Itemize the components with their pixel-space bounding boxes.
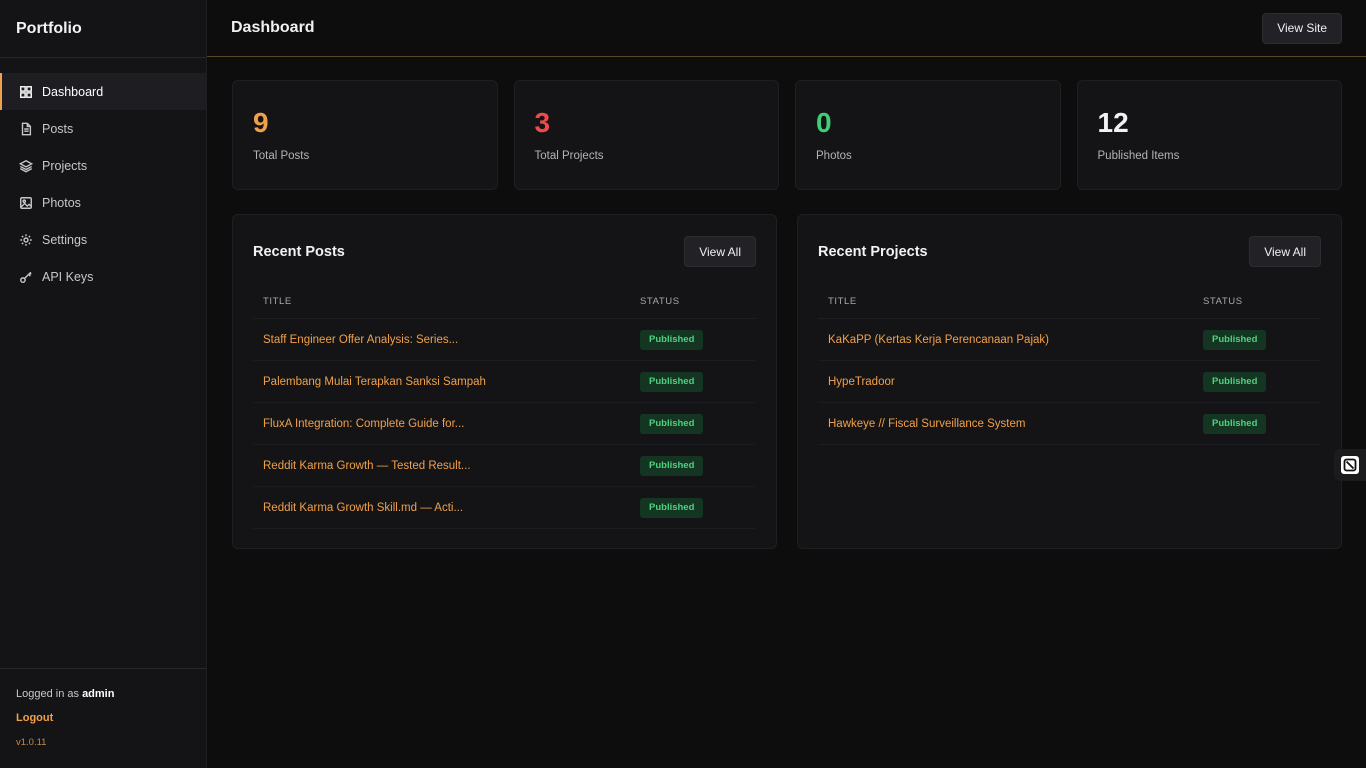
stat-card-total-posts: 9 Total Posts [232, 80, 498, 190]
sidebar-item-photos[interactable]: Photos [0, 184, 206, 221]
post-title-link[interactable]: Reddit Karma Growth — Tested Result... [263, 460, 640, 472]
sidebar-footer: Logged in as admin Logout v1.0.11 [0, 668, 206, 768]
status-badge: Published [640, 413, 704, 434]
status-badge: Published [640, 455, 704, 476]
sidebar-item-api-keys[interactable]: API Keys [0, 258, 206, 295]
column-header-status: STATUS [1203, 295, 1243, 307]
stat-card-total-projects: 3 Total Projects [513, 80, 779, 190]
stat-value: 3 [534, 107, 551, 138]
logged-in-status: Logged in as admin [16, 688, 190, 700]
sidebar-item-projects[interactable]: Projects [0, 147, 206, 184]
sidebar-item-label: Photos [42, 195, 81, 210]
top-header: Dashboard View Site [207, 0, 1366, 57]
column-header-status: STATUS [640, 295, 680, 307]
stat-label: Published Items [1097, 150, 1180, 162]
column-header-title: TITLE [263, 295, 292, 307]
table-row: Reddit Karma Growth Skill.md — Acti... P… [253, 487, 756, 529]
view-site-button[interactable]: View Site [1262, 12, 1342, 44]
view-all-projects-button[interactable]: View All [1249, 236, 1321, 267]
table-row: FluxA Integration: Complete Guide for...… [253, 403, 756, 445]
sidebar-item-label: Projects [42, 158, 88, 173]
sidebar: Portfolio Dashboard Posts Projects Photo… [0, 0, 207, 768]
grid-icon [18, 84, 34, 100]
sidebar-item-settings[interactable]: Settings [0, 221, 206, 258]
sidebar-item-dashboard[interactable]: Dashboard [0, 73, 206, 110]
stat-label: Total Projects [534, 150, 604, 162]
blocked-icon [1341, 456, 1359, 474]
project-title-link[interactable]: KaKaPP (Kertas Kerja Perencanaan Pajak) [828, 334, 1203, 346]
sidebar-item-posts[interactable]: Posts [0, 110, 206, 147]
panel-title: Recent Posts [253, 243, 345, 260]
table-row: Palembang Mulai Terapkan Sanksi Sampah P… [253, 361, 756, 403]
stat-card-published-items: 12 Published Items [1076, 80, 1342, 190]
sidebar-item-label: Dashboard [42, 84, 104, 99]
recent-panels: Recent Posts View All TITLE STATUS Staff… [232, 214, 1342, 549]
status-badge: Published [1203, 413, 1267, 434]
recent-projects-table: TITLE STATUS KaKaPP (Kertas Kerja Perenc… [818, 284, 1321, 445]
stat-value: 0 [816, 107, 832, 138]
recent-posts-panel: Recent Posts View All TITLE STATUS Staff… [232, 214, 777, 549]
post-title-link[interactable]: FluxA Integration: Complete Guide for... [263, 418, 640, 430]
status-badge: Published [640, 497, 704, 518]
layers-icon [18, 158, 34, 174]
table-row: Staff Engineer Offer Analysis: Series...… [253, 319, 756, 361]
sidebar-item-label: Settings [42, 232, 88, 247]
logged-in-prefix: Logged in as [16, 688, 79, 700]
page-title: Dashboard [231, 19, 315, 36]
table-row: HypeTradoor Published [818, 361, 1321, 403]
sidebar-item-label: API Keys [42, 269, 94, 284]
table-header: TITLE STATUS [818, 284, 1321, 319]
gear-icon [18, 232, 34, 248]
stats-row: 9 Total Posts 3 Total Projects 0 Photos … [232, 80, 1342, 190]
brand-logo[interactable]: Portfolio [0, 0, 206, 58]
column-header-title: TITLE [828, 295, 857, 307]
status-badge: Published [1203, 329, 1267, 350]
key-icon [18, 269, 34, 285]
status-badge: Published [640, 371, 704, 392]
logout-link[interactable]: Logout [16, 712, 190, 724]
table-row: Hawkeye // Fiscal Surveillance System Pu… [818, 403, 1321, 445]
image-icon [18, 195, 34, 211]
status-badge: Published [640, 329, 704, 350]
floating-extension-button[interactable] [1334, 449, 1366, 481]
stat-value: 9 [253, 107, 269, 138]
table-row: Reddit Karma Growth — Tested Result... P… [253, 445, 756, 487]
table-row: KaKaPP (Kertas Kerja Perencanaan Pajak) … [818, 319, 1321, 361]
status-badge: Published [1203, 371, 1267, 392]
username: admin [82, 688, 115, 700]
post-title-link[interactable]: Staff Engineer Offer Analysis: Series... [263, 334, 640, 346]
recent-posts-table: TITLE STATUS Staff Engineer Offer Analys… [253, 284, 756, 529]
project-title-link[interactable]: HypeTradoor [828, 376, 1203, 388]
app-version: v1.0.11 [16, 737, 47, 748]
stat-card-photos: 0 Photos [795, 80, 1061, 190]
panel-title: Recent Projects [818, 243, 928, 260]
stat-label: Total Posts [253, 150, 310, 162]
view-all-posts-button[interactable]: View All [684, 236, 756, 267]
post-title-link[interactable]: Palembang Mulai Terapkan Sanksi Sampah [263, 376, 640, 388]
project-title-link[interactable]: Hawkeye // Fiscal Surveillance System [828, 418, 1203, 430]
post-title-link[interactable]: Reddit Karma Growth Skill.md — Acti... [263, 502, 640, 514]
sidebar-item-label: Posts [42, 121, 74, 136]
stat-label: Photos [816, 150, 852, 162]
sidebar-nav: Dashboard Posts Projects Photos Settings [0, 73, 206, 295]
document-icon [18, 121, 34, 137]
recent-projects-panel: Recent Projects View All TITLE STATUS Ka… [797, 214, 1342, 549]
stat-value: 12 [1097, 107, 1129, 138]
table-header: TITLE STATUS [253, 284, 756, 319]
